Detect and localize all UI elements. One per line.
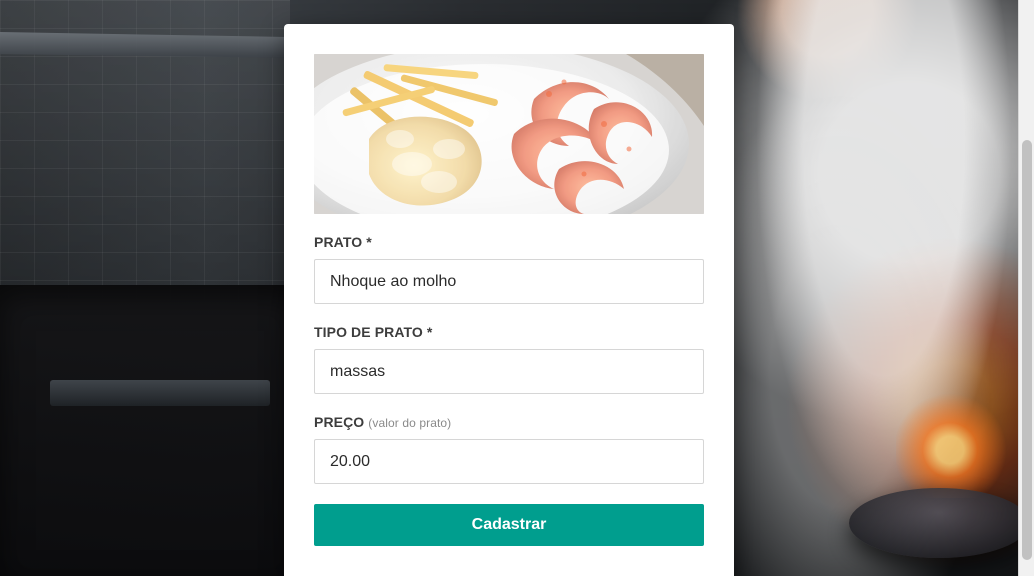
- preco-label: PREÇO (valor do prato): [314, 414, 704, 432]
- dish-photo: [314, 54, 704, 214]
- preco-input[interactable]: [314, 439, 704, 484]
- preco-label-text: PREÇO: [314, 414, 365, 430]
- tipo-de-prato-input[interactable]: [314, 349, 704, 394]
- tipo-de-prato-label-text: TIPO DE PRATO: [314, 324, 423, 340]
- prato-label-text: PRATO: [314, 234, 363, 250]
- tipo-de-prato-label: TIPO DE PRATO *: [314, 324, 704, 342]
- tipo-de-prato-required-marker: *: [426, 324, 433, 340]
- prato-label: PRATO *: [314, 234, 704, 252]
- page-scrollbar[interactable]: [1018, 0, 1034, 576]
- page-scrollbar-thumb[interactable]: [1022, 140, 1032, 560]
- page-viewport: PRATO * TIPO DE PRATO * PREÇO (valor do …: [0, 0, 1034, 576]
- prato-input[interactable]: [314, 259, 704, 304]
- background-flame: [896, 378, 1016, 498]
- background-stove: [0, 285, 300, 576]
- background-pan: [849, 488, 1029, 558]
- dish-form-modal: PRATO * TIPO DE PRATO * PREÇO (valor do …: [284, 24, 734, 576]
- dish-image: [314, 54, 704, 214]
- cadastrar-button[interactable]: Cadastrar: [314, 504, 704, 546]
- preco-hint: (valor do prato): [368, 416, 452, 430]
- prato-required-marker: *: [366, 234, 372, 250]
